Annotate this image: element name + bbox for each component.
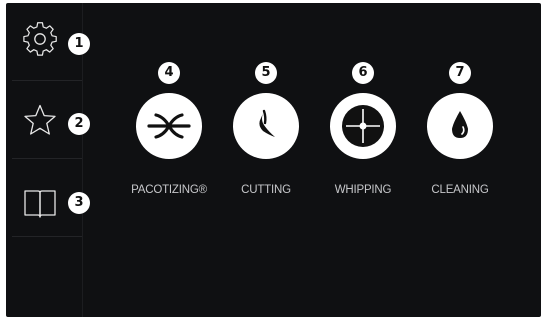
device-screen: 1 2 3 4 PACOTIZING® 5 CUTTING 6 WHIPPING… bbox=[6, 3, 541, 317]
whipping-button[interactable] bbox=[330, 93, 396, 159]
badge-1: 1 bbox=[68, 33, 90, 55]
sidebar-item-favorites[interactable]: 2 bbox=[6, 81, 90, 159]
mode-label: CUTTING bbox=[241, 184, 291, 196]
mode-whipping[interactable]: 6 WHIPPING bbox=[313, 61, 413, 211]
sidebar-item-settings[interactable]: 1 bbox=[6, 3, 90, 81]
cutting-button[interactable] bbox=[233, 93, 299, 159]
badge-3: 3 bbox=[68, 192, 90, 214]
mode-label: WHIPPING bbox=[334, 184, 392, 196]
mode-cutting[interactable]: 5 CUTTING bbox=[216, 61, 316, 211]
gear-icon bbox=[23, 22, 57, 56]
book-icon bbox=[24, 190, 56, 218]
whipping-disc-icon bbox=[342, 105, 384, 147]
sidebar: 1 2 3 bbox=[6, 3, 90, 317]
star-icon bbox=[24, 104, 56, 135]
cleaning-button[interactable] bbox=[427, 93, 493, 159]
divider bbox=[12, 236, 82, 237]
sidebar-item-recipes[interactable]: 3 bbox=[6, 159, 90, 237]
badge-4: 4 bbox=[158, 62, 180, 84]
mode-pacotizing[interactable]: 4 PACOTIZING® bbox=[119, 61, 219, 211]
badge-7: 7 bbox=[449, 62, 471, 84]
water-drop-icon bbox=[452, 111, 468, 138]
badge-5: 5 bbox=[255, 62, 277, 84]
mode-label: CLEANING bbox=[431, 184, 489, 196]
cutting-blade-icon bbox=[259, 109, 275, 137]
pacotizing-blade-icon bbox=[147, 113, 191, 139]
badge-6: 6 bbox=[352, 62, 374, 84]
pacotizing-button[interactable] bbox=[136, 93, 202, 159]
mode-cleaning[interactable]: 7 CLEANING bbox=[410, 61, 510, 211]
mode-label: PACOTIZING® bbox=[131, 184, 207, 196]
badge-2: 2 bbox=[68, 113, 90, 135]
